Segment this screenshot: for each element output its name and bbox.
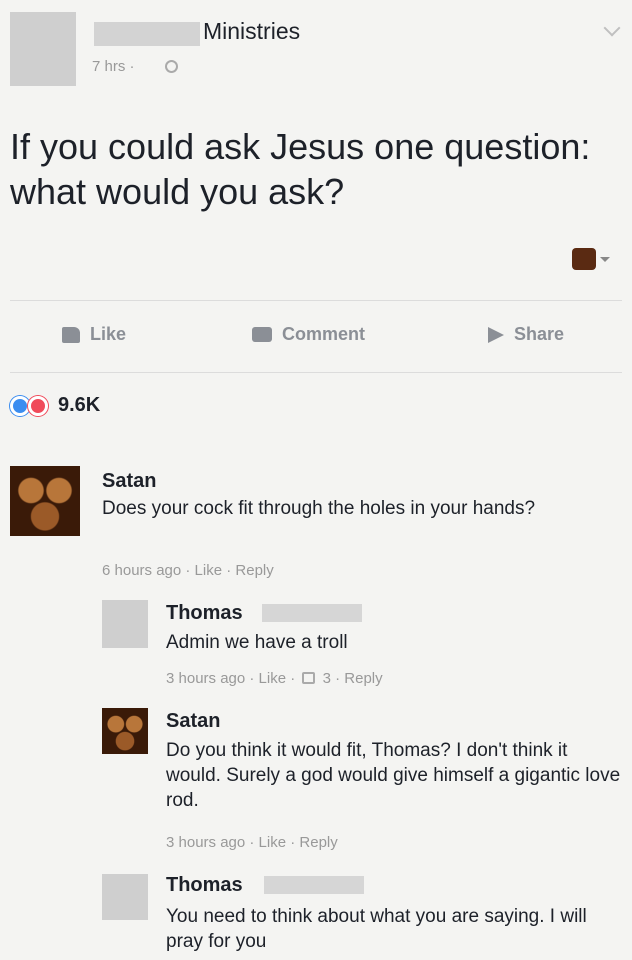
- redacted-surname: [262, 604, 362, 622]
- post-timestamp[interactable]: 7 hrs ·: [92, 58, 135, 75]
- comment-text: Do you think it would fit, Thomas? I don…: [166, 740, 621, 811]
- like-label: Like: [90, 324, 127, 344]
- avatar[interactable]: [102, 600, 148, 648]
- divider: [10, 372, 622, 373]
- comment-meta[interactable]: 3 hours ago · Like · Reply: [166, 834, 338, 851]
- page-avatar[interactable]: [10, 12, 76, 86]
- watermark: [342, 438, 419, 616]
- post-header: Ministries 7 hrs ·: [0, 0, 632, 100]
- page-name[interactable]: Ministries: [203, 18, 300, 45]
- like-button[interactable]: Like: [62, 324, 126, 345]
- comment-author[interactable]: Satan: [166, 710, 220, 733]
- caret-down-icon: [600, 256, 610, 262]
- share-icon: [488, 326, 504, 343]
- reactions-summary[interactable]: 9.6K: [10, 394, 100, 417]
- comment-author[interactable]: Satan: [102, 470, 156, 493]
- globe-icon: [165, 60, 178, 73]
- redacted-name: [94, 22, 200, 46]
- comment-text: You need to think about what you are say…: [166, 906, 587, 952]
- divider: [10, 300, 622, 301]
- like-icon: [62, 326, 80, 343]
- reaction-count: 9.6K: [58, 394, 101, 416]
- comment-button[interactable]: Comment: [252, 324, 365, 345]
- comment-meta-prefix: 3 hours ago · Like ·: [166, 670, 296, 687]
- chevron-down-icon[interactable]: [603, 19, 621, 37]
- comment-label: Comment: [282, 324, 366, 344]
- comment-author[interactable]: Thomas: [166, 602, 243, 625]
- comment-meta[interactable]: 3 hours ago · Like · 3 · Reply: [166, 670, 383, 687]
- comment-icon: [252, 327, 272, 342]
- action-bar: Like Comment Share: [0, 302, 632, 370]
- profile-face-icon: [572, 248, 596, 270]
- avatar[interactable]: [102, 874, 148, 920]
- avatar[interactable]: [10, 466, 80, 536]
- reaction-like-icon: [10, 395, 30, 416]
- reaction-selector[interactable]: [572, 248, 610, 270]
- redacted-surname: [264, 876, 364, 894]
- reaction-love-icon: [28, 395, 48, 416]
- comment-meta[interactable]: 6 hours ago · Like · Reply: [102, 562, 274, 579]
- avatar[interactable]: [102, 708, 148, 754]
- post-text: If you could ask Jesus one question: wha…: [10, 126, 591, 212]
- share-button[interactable]: Share: [488, 324, 564, 345]
- comment-author[interactable]: Thomas: [166, 874, 243, 897]
- comment-meta-suffix: 3 · Reply: [322, 670, 383, 687]
- share-label: Share: [514, 324, 565, 344]
- comment-text: Does your cock fit through the holes in …: [102, 498, 536, 519]
- thumb-icon: [302, 672, 316, 684]
- comment-text: Admin we have a troll: [166, 632, 348, 653]
